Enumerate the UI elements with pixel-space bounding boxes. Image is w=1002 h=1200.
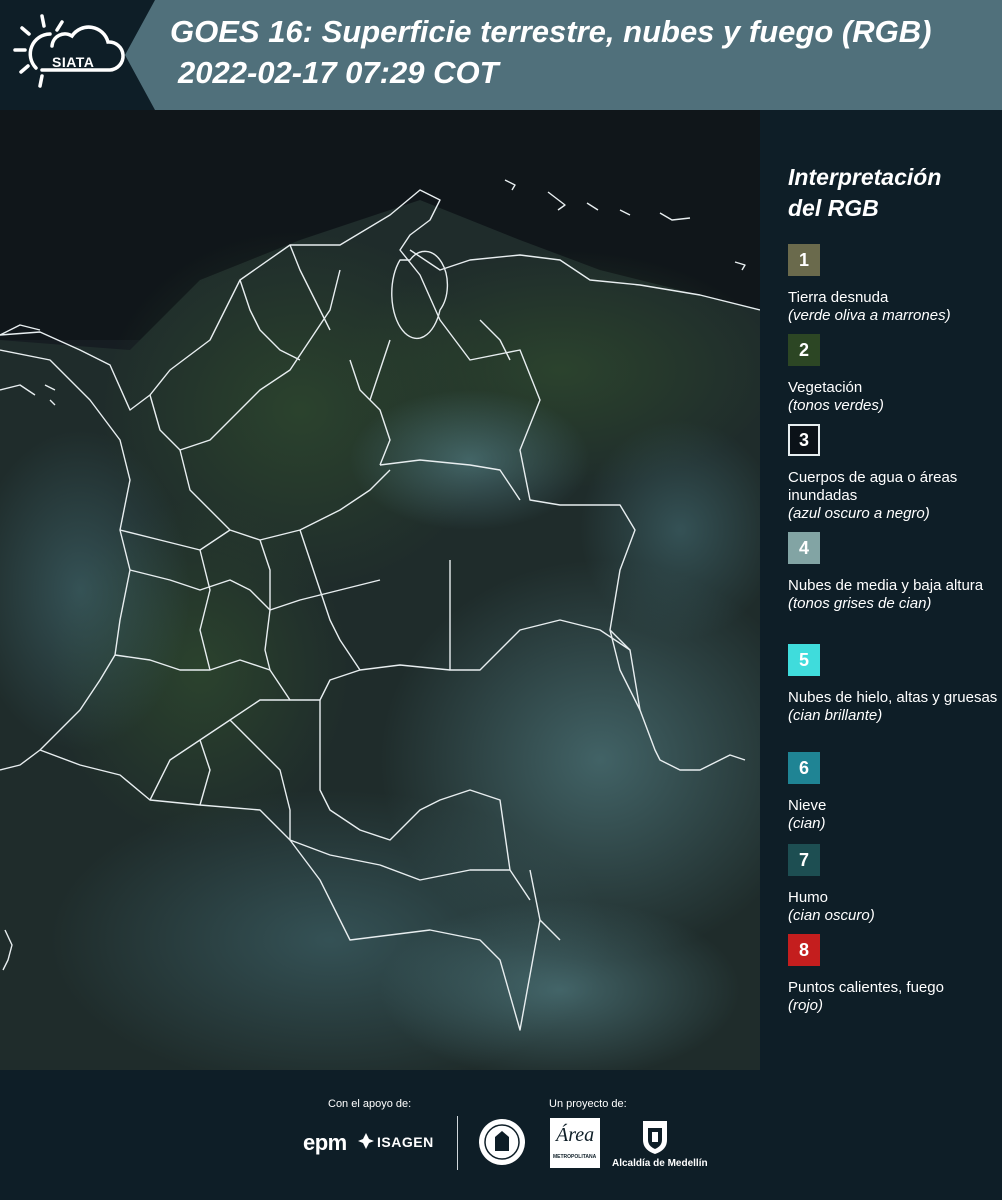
legend-swatch: 3 [788, 424, 820, 456]
legend-item: 7 Humo (cian oscuro) [788, 844, 998, 925]
legend-label: Vegetación [788, 379, 863, 396]
legend-label: Cuerpos de agua o áreas inundadas [788, 469, 958, 504]
project-caption: Un proyecto de: [549, 1098, 627, 1110]
satellite-map [0, 110, 760, 1070]
footer-divider [457, 1116, 458, 1170]
isagen-logo: ISAGEN [377, 1134, 434, 1150]
legend-swatch: 1 [788, 244, 820, 276]
legend-item: 1 Tierra desnuda (verde oliva a marrones… [788, 244, 998, 325]
legend-sub: (cian brillante) [788, 707, 883, 724]
legend-label: Nubes de media y baja altura [788, 577, 984, 594]
legend-swatch: 5 [788, 644, 820, 676]
map-canvas [0, 110, 760, 1070]
legend-item: 2 Vegetación (tonos verdes) [788, 334, 998, 415]
legend-panel: Interpretación del RGB 1 Tierra desnuda … [760, 110, 1002, 1070]
medellin-coat-of-arms-icon [643, 1121, 667, 1154]
legend-label: Tierra desnuda [788, 289, 889, 306]
alcaldia-logo-text: Alcaldía de Medellín [612, 1158, 708, 1169]
legend-sub: (azul oscuro a negro) [788, 505, 930, 522]
legend-sub: (tonos verdes) [788, 397, 884, 414]
footer: Con el apoyo de: Un proyecto de: epm ISA… [0, 1070, 1002, 1200]
legend-title-line2: del RGB [788, 195, 879, 221]
legend-item: 8 Puntos calientes, fuego (rojo) [788, 934, 998, 1015]
legend-label: Nieve [788, 797, 827, 814]
legend-label: Nubes de hielo, altas y gruesas [788, 689, 998, 706]
isagen-icon [358, 1133, 374, 1149]
legend-item: 3 Cuerpos de agua o áreas inundadas (azu… [788, 424, 998, 523]
support-caption: Con el apoyo de: [328, 1098, 412, 1110]
legend-sub: (cian oscuro) [788, 907, 875, 924]
header-bar: SIATA GOES 16: Superficie terrestre, nub… [0, 0, 1002, 110]
legend-sub: (rojo) [788, 997, 824, 1014]
legend-swatch: 7 [788, 844, 820, 876]
epm-logo: epm [303, 1130, 347, 1155]
legend-swatch: 8 [788, 934, 820, 966]
cloud-field [350, 390, 590, 530]
legend-swatch: 4 [788, 532, 820, 564]
legend-sub: (verde oliva a marrones) [788, 307, 951, 324]
legend-label: Humo [788, 889, 829, 906]
siata-logo-text: SIATA [52, 54, 95, 70]
area-metro-sub: METROPOLITANA [553, 1154, 597, 1160]
area-metropolitana-logo: Área METROPOLITANA [550, 1118, 600, 1168]
legend-sub: (cian) [788, 815, 826, 832]
legend-item: 4 Nubes de media y baja altura (tonos gr… [788, 532, 998, 613]
legend-item: 6 Nieve (cian) [788, 752, 998, 833]
legend-title: Interpretación del RGB [788, 162, 988, 224]
university-seal-icon [479, 1119, 525, 1165]
area-metro-text: Área [556, 1124, 595, 1146]
page-timestamp: 2022-02-17 07:29 COT [178, 55, 499, 90]
page-title: GOES 16: Superficie terrestre, nubes y f… [170, 14, 932, 49]
legend-title-line1: Interpretación [788, 164, 942, 190]
legend-swatch: 2 [788, 334, 820, 366]
legend-swatch: 6 [788, 752, 820, 784]
legend-sub: (tonos grises de cian) [788, 595, 932, 612]
siata-logo: SIATA [12, 12, 127, 97]
legend-item: 5 Nubes de hielo, altas y gruesas (cian … [788, 644, 998, 725]
legend-label: Puntos calientes, fuego [788, 979, 944, 996]
